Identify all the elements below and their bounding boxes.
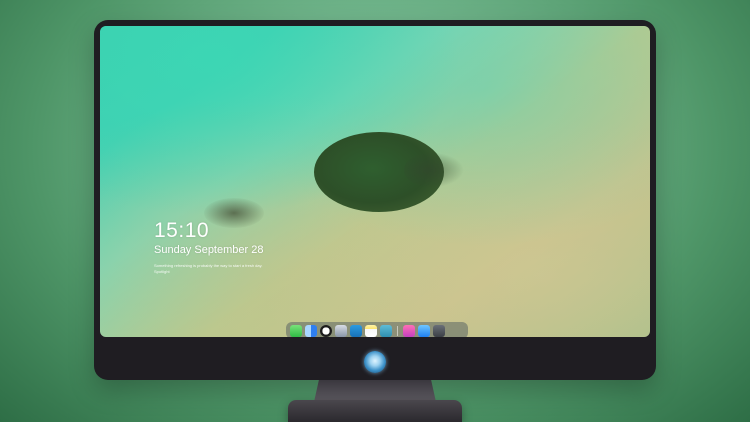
lockscreen-note: Something refreshing is probably the way… xyxy=(154,263,263,274)
camera-icon[interactable] xyxy=(433,324,445,337)
desktop-screen: 15:10 Sunday September 28 Something refr… xyxy=(100,26,650,337)
music-icon[interactable] xyxy=(403,324,415,337)
notes-icon[interactable] xyxy=(365,324,377,337)
brand-logo-icon xyxy=(364,351,386,373)
monitor-stand-neck xyxy=(314,380,436,402)
monitor-stand-base xyxy=(288,400,462,422)
dock xyxy=(286,322,468,337)
finder-icon[interactable] xyxy=(305,324,317,337)
safari-icon[interactable] xyxy=(320,324,332,337)
preview-icon[interactable] xyxy=(335,324,347,337)
messages-icon[interactable] xyxy=(290,324,302,337)
photos-icon[interactable] xyxy=(380,324,392,337)
lockscreen-time: 15:10 xyxy=(154,219,210,242)
shoal-wallpaper-element xyxy=(204,198,264,228)
clapper-icon[interactable] xyxy=(350,324,362,337)
lockscreen-date: Sunday September 28 xyxy=(154,244,264,256)
island-wallpaper-element xyxy=(314,132,464,212)
app-store-icon[interactable] xyxy=(418,324,430,337)
dock-separator xyxy=(397,325,398,336)
monitor: 15:10 Sunday September 28 Something refr… xyxy=(94,20,656,380)
